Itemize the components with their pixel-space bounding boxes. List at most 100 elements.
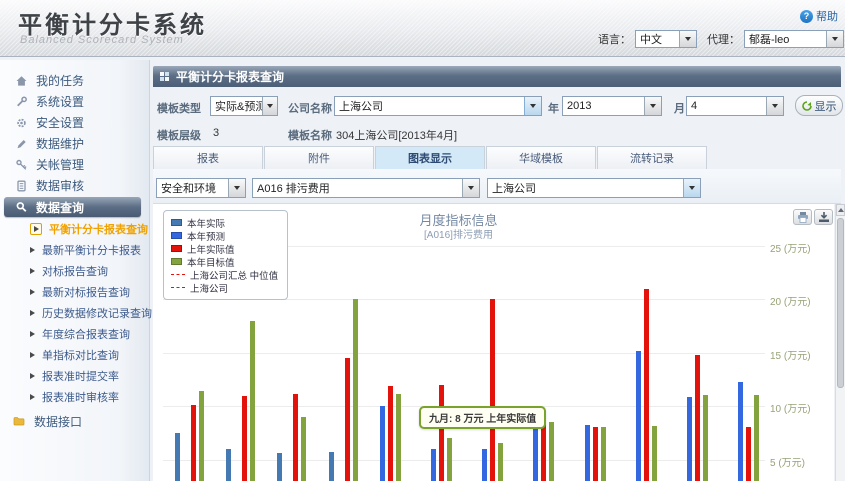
year-label: 年 [548,100,559,116]
y-tick-label: 20 (万元) [770,293,830,308]
help-link[interactable]: ? 帮助 [800,8,838,24]
sidebar-item-data-interface[interactable]: 数据接口 [0,410,149,432]
sidebar-item-label: 安全设置 [36,114,84,131]
sidebar-item-label: 数据查询 [36,199,84,216]
sidebar-subitem-3[interactable]: 最新对标报告查询 [0,281,149,302]
header-toolbar: 语言： 中文 代理： 郁磊-leo [598,30,844,48]
bar [301,417,306,481]
template-name-label: 模板名称 [288,127,332,143]
company-label: 公司名称 [288,100,332,116]
company-select[interactable]: 上海公司 [334,96,542,116]
sidebar-subitem-2[interactable]: 对标报告查询 [0,260,149,281]
bar [353,299,358,481]
sidebar-subitem-label: 单指标对比查询 [42,347,119,363]
language-select[interactable]: 中文 [635,30,697,48]
legend-swatch [171,258,182,265]
y-tick-label: 15 (万元) [770,347,830,362]
sidebar-item-label: 数据接口 [34,413,82,430]
tab-3[interactable]: 华域模板 [486,146,596,169]
chevron-down-icon [262,97,278,115]
legend-dash-swatch [171,274,185,275]
category-select[interactable]: 安全和环境 [156,178,246,198]
chart-legend: 本年实际本年预测上年实际值本年目标值上海公司汇总 中位值上海公司 [163,210,288,300]
month-value: 4 [691,100,697,112]
sidebar-item-0[interactable]: 我的任务 [0,70,149,91]
report-grid-icon [159,71,170,82]
legend-item: 上海公司 [171,281,278,294]
tab-2[interactable]: 图表显示 [375,146,485,169]
scrollbar-thumb[interactable] [837,218,844,388]
print-button[interactable] [793,209,812,225]
legend-item: 本年实际 [171,216,278,229]
sidebar-item-5[interactable]: 数据审核 [0,175,149,196]
legend-label: 上海公司 [190,281,228,295]
indicator-select[interactable]: A016 排污费用 [252,178,480,198]
sidebar-item-6[interactable]: 数据查询 [4,197,141,217]
bar [687,397,692,481]
bullet-arrow-icon [30,331,35,337]
category-value: 安全和环境 [161,180,216,196]
sidebar-subitem-0[interactable]: 平衡计分卡报表查询 [0,218,149,239]
legend-label: 上海公司汇总 中位值 [190,268,278,282]
template-type-select[interactable]: 实际&预测 [210,96,278,116]
sidebar-subitem-6[interactable]: 单指标对比查询 [0,344,149,365]
sidebar-item-label: 关帐管理 [36,156,84,173]
y-tick-label: 10 (万元) [770,400,830,415]
display-button[interactable]: 显示 [795,95,843,116]
sidebar-item-label: 我的任务 [36,72,84,89]
bar [746,427,751,481]
tab-4[interactable]: 流转记录 [597,146,707,169]
sidebar-item-2[interactable]: 安全设置 [0,112,149,133]
sidebar-subitem-8[interactable]: 报表准时审核率 [0,386,149,407]
legend-item: 上年实际值 [171,242,278,255]
chevron-down-icon [644,97,661,115]
bar [644,289,649,481]
scroll-up-icon[interactable] [836,204,845,216]
indicator-value: A016 排污费用 [257,180,330,196]
sidebar-item-3[interactable]: 数据维护 [0,133,149,154]
chart-company-select[interactable]: 上海公司 [487,178,701,198]
chart-area: 月度指标信息 [A016]排污费用 本年实际本年预测上年实际值本年目标值上海公司… [153,204,834,481]
key-icon [14,159,28,171]
sidebar-subitem-label: 历史数据修改记录查询 [42,305,152,321]
tab-0[interactable]: 报表 [153,146,263,169]
vertical-scrollbar[interactable] [835,204,845,481]
tab-1[interactable]: 附件 [264,146,374,169]
sidebar-subitem-label: 平衡计分卡报表查询 [49,221,148,237]
sidebar-item-4[interactable]: 关帐管理 [0,154,149,175]
chevron-down-icon [228,179,245,197]
legend-item: 上海公司汇总 中位值 [171,268,278,281]
bullet-arrow-icon [30,373,35,379]
template-type-value: 实际&预测 [215,98,262,114]
chevron-down-icon [683,179,700,197]
sidebar-item-label: 系统设置 [36,93,84,110]
legend-label: 本年实际 [187,216,225,230]
bullet-arrow-icon [30,289,35,295]
year-select[interactable]: 2013 [562,96,662,116]
y-tick-label: 25 (万元) [770,240,830,255]
sidebar-subitem-label: 最新对标报告查询 [42,284,130,300]
export-button[interactable] [814,209,833,225]
panel-title-bar: 平衡计分卡报表查询 [153,66,841,87]
sidebar-subitem-4[interactable]: 历史数据修改记录查询 [0,302,149,323]
sidebar-subitem-5[interactable]: 年度综合报表查询 [0,323,149,344]
sidebar-subitem-label: 最新平衡计分卡报表 [42,242,141,258]
sidebar-subitem-1[interactable]: 最新平衡计分卡报表 [0,239,149,260]
sidebar-subitem-label: 报表准时审核率 [42,389,119,405]
template-name-value: 304上海公司[2013年4月] [336,127,457,143]
bar [601,427,606,481]
y-tick-label: 5 (万元) [770,454,830,469]
bar [277,453,282,481]
legend-label: 本年预测 [187,229,225,243]
sidebar-subitem-7[interactable]: 报表准时提交率 [0,365,149,386]
app-subtitle: Balanced Scorecard System [20,34,184,46]
bar [482,449,487,481]
sidebar-item-1[interactable]: 系统设置 [0,91,149,112]
refresh-icon [802,101,812,111]
agent-label: 代理： [707,31,740,47]
agent-select[interactable]: 郁磊-leo [744,30,844,48]
display-button-label: 显示 [815,98,837,114]
bullet-arrow-icon [30,394,35,400]
month-select[interactable]: 4 [686,96,784,116]
bar [175,433,180,481]
